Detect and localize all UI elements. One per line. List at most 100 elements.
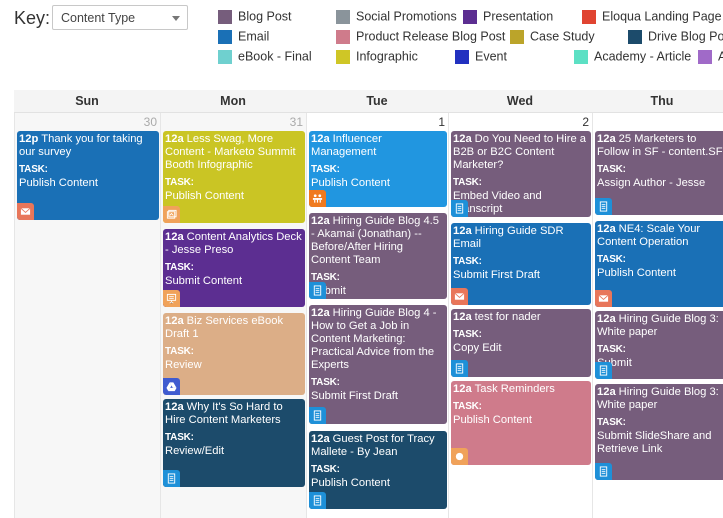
legend-item: Eloqua Landing Page (582, 9, 722, 25)
calendar-event[interactable]: 12a Content Analytics Deck - Jesse Preso T… (163, 229, 305, 307)
legend-label: Infographic (356, 49, 418, 64)
event-time: 12a (453, 225, 472, 237)
image-icon[interactable] (163, 206, 180, 223)
event-time: 12a (165, 133, 184, 145)
calendar-event[interactable]: 12a Hiring Guide Blog 3: White paper TASK:… (595, 311, 723, 379)
event-time: 12a (165, 231, 184, 243)
event-title: Less Swag, More Content - Marketo Summit… (165, 133, 296, 171)
email-icon[interactable] (451, 288, 468, 305)
legend-swatch (336, 29, 350, 44)
legend-item: Blog Post (218, 9, 292, 25)
group-icon[interactable] (309, 190, 326, 207)
legend-swatch (463, 9, 477, 24)
document-icon[interactable] (309, 282, 326, 299)
calendar-event[interactable]: 12a Influencer Management TASK: Publish Con… (309, 131, 447, 207)
calendar-event[interactable]: 12a NE4: Scale Your Content Operation TASK… (595, 221, 723, 307)
calendar-event[interactable]: 12a Why It's So Hard to Hire Content Mark… (163, 399, 305, 487)
calendar-event[interactable]: 12a Hiring Guide Blog 3: White paper TASK:… (595, 384, 723, 480)
legend-label: Drive Blog Post (648, 29, 723, 44)
day-number: 30 (143, 115, 157, 129)
task-label: TASK: (165, 346, 194, 357)
legend-label: Email (238, 29, 270, 44)
calendar-event[interactable]: 12a Guest Post for Tracy Mallete - By Jea… (309, 431, 447, 509)
task-label: TASK: (311, 377, 340, 388)
legend-swatch (218, 49, 232, 64)
task-label: TASK: (311, 464, 340, 475)
email-icon[interactable] (17, 203, 34, 220)
event-time: 12a (597, 223, 616, 235)
legend-swatch (218, 9, 232, 24)
day-header-tue: Tue (306, 90, 448, 113)
event-time: 12a (453, 383, 472, 395)
document-icon[interactable] (451, 360, 468, 377)
task-label: TASK: (165, 262, 194, 273)
legend-swatch (698, 49, 712, 64)
presentation-icon[interactable] (163, 290, 180, 307)
legend-item: Academy - Article (574, 49, 691, 65)
legend-item: Email (218, 29, 269, 45)
day-header-thu: Thu (592, 90, 723, 113)
task-value: Publish Content (311, 177, 390, 189)
event-time: 12p (19, 133, 39, 145)
task-value: Copy Edit (453, 342, 502, 354)
task-label: TASK: (19, 164, 48, 175)
calendar-event[interactable]: 12a Biz Services eBook Draft 1 TASK: Review (163, 313, 305, 395)
calendar-event[interactable]: 12a Hiring Guide SDR Email TASK: Submit Fir… (451, 223, 591, 305)
legend-swatch (628, 29, 642, 44)
document-icon[interactable] (451, 200, 468, 217)
document-icon[interactable] (595, 463, 612, 480)
task-label: TASK: (453, 401, 482, 412)
legend-item: Event (455, 49, 507, 65)
legend-label: Case Study (530, 29, 595, 44)
legend-label: eBook - Final (238, 49, 312, 64)
calendar-event[interactable]: 12a Less Swag, More Content - Marketo Sum… (163, 131, 305, 223)
calendar-event[interactable]: 12p Thank you for taking our survey TASK: P… (17, 131, 159, 220)
calendar-event[interactable]: 12a Hiring Guide Blog 4.5 - Akamai (Jonat… (309, 213, 447, 299)
task-value: Publish Content (165, 190, 244, 202)
legend-swatch (218, 29, 232, 44)
task-value: Submit SlideShare and Retrieve Link (597, 430, 712, 455)
key-label: Key: (14, 8, 51, 28)
calendar-event[interactable]: 12a Task Reminders TASK: Publish Content (451, 381, 591, 465)
task-label: TASK: (453, 329, 482, 340)
chevron-down-icon (172, 16, 180, 21)
day-cell-sun[interactable]: 30 12p Thank you for taking our survey TASK… (14, 113, 161, 518)
event-time: 12a (597, 133, 616, 145)
document-icon[interactable] (595, 198, 612, 215)
task-value: Publish Content (311, 477, 390, 489)
legend-label: Presentation (483, 9, 554, 24)
calendar-event[interactable]: 12a Do You Need to Hire a B2B or B2C Cont… (451, 131, 591, 217)
legend-swatch (510, 29, 524, 44)
calendar-event[interactable]: 12a 25 Marketers to Follow in SF - conten… (595, 131, 723, 215)
document-icon[interactable] (163, 470, 180, 487)
day-cell-wed[interactable]: 2 12a Do You Need to Hire a B2B or B2C Con… (448, 113, 593, 518)
legend-item: Product Release Blog Post (336, 29, 505, 45)
task-value: Assign Author - Jesse (597, 177, 706, 189)
event-time: 12a (453, 311, 472, 323)
legend-item: eBook - Final (218, 49, 312, 65)
event-time: 12a (311, 215, 330, 227)
key-type-select[interactable]: Content Type (52, 5, 188, 30)
task-label: TASK: (453, 177, 482, 188)
day-number: 31 (289, 115, 303, 129)
event-title: Hiring Guide Blog 4.5 - Akamai (Jonathan… (311, 215, 440, 266)
document-icon[interactable] (309, 407, 326, 424)
calendar-event[interactable]: 12a Hiring Guide Blog 4 - How to Get a Jo… (309, 305, 447, 424)
legend-swatch (336, 49, 350, 64)
circle-icon[interactable] (451, 448, 468, 465)
document-icon[interactable] (309, 492, 326, 509)
task-label: TASK: (597, 164, 626, 175)
document-icon[interactable] (595, 362, 612, 379)
event-time: 12a (597, 313, 616, 325)
event-time: 12a (311, 307, 330, 319)
day-cell-tue[interactable]: 1 12a Influencer Management TASK: Publish Co… (306, 113, 449, 518)
event-title: Content Analytics Deck - Jesse Preso (165, 231, 302, 256)
legend-item: Social Promotions (336, 9, 457, 25)
email-icon[interactable] (595, 290, 612, 307)
day-cell-mon[interactable]: 31 12a Less Swag, More Content - Marketo S… (160, 113, 307, 518)
day-cell-thu[interactable]: 12a 25 Marketers to Follow in SF - conten… (592, 113, 723, 518)
task-value: Review (165, 359, 202, 371)
key-bar: Key: Content Type Blog Post Email eBook - … (0, 0, 723, 80)
calendar-event[interactable]: 12a test for nader TASK: Copy Edit (451, 309, 591, 377)
drive-icon[interactable] (163, 378, 180, 395)
